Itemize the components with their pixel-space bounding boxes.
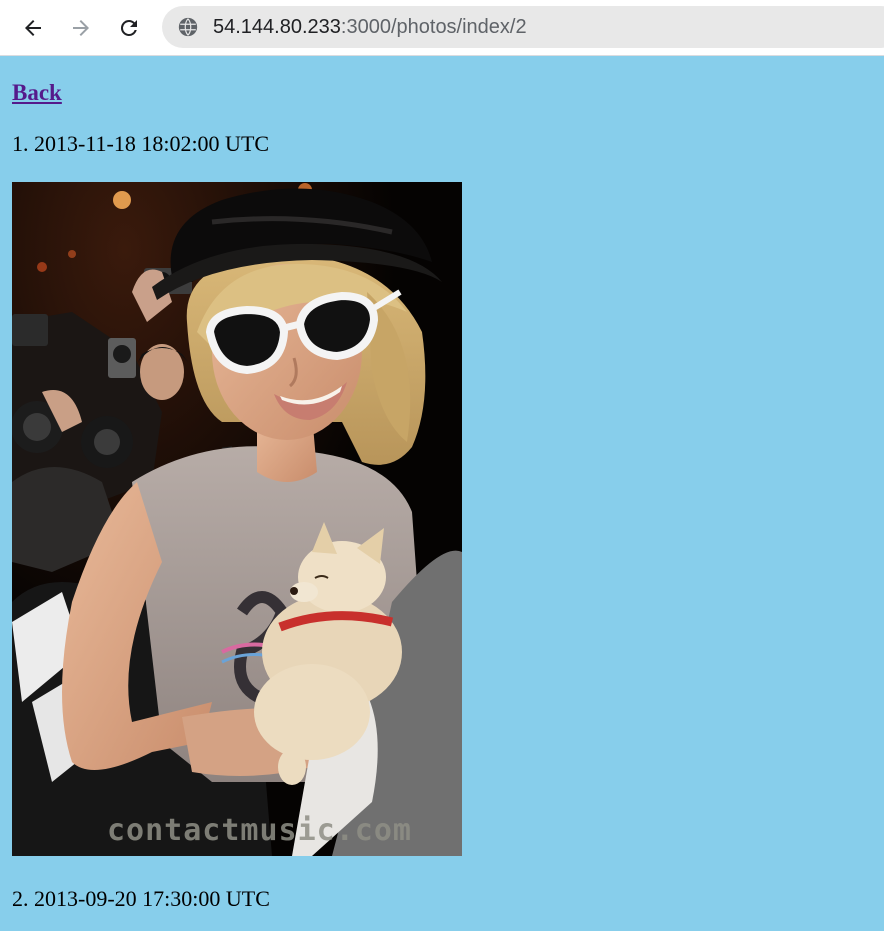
forward-button[interactable]: [62, 9, 100, 47]
back-arrow-icon: [25, 20, 41, 36]
back-link[interactable]: Back: [12, 80, 62, 106]
photo-watermark: contactmusic.com: [107, 813, 412, 848]
entry-timestamp: 1. 2013-11-18 18:02:00 UTC: [12, 131, 270, 156]
reload-icon: [120, 19, 137, 36]
forward-arrow-icon: [73, 20, 89, 36]
back-button[interactable]: [14, 9, 52, 47]
url-path: :3000/photos/index/2: [340, 15, 527, 38]
site-info-icon[interactable]: [177, 16, 199, 38]
entry-timestamp: 2. 2013-09-20 17:30:00 UTC: [12, 886, 270, 911]
url-text[interactable]: 54.144.80.233:3000/photos/index/2: [213, 16, 527, 39]
entry-photo: contactmusic.com: [12, 182, 462, 856]
url-host: 54.144.80.233: [213, 15, 341, 38]
browser-toolbar: 54.144.80.233:3000/photos/index/2: [0, 0, 884, 56]
reload-button[interactable]: [110, 9, 148, 47]
address-bar[interactable]: 54.144.80.233:3000/photos/index/2: [162, 6, 884, 48]
